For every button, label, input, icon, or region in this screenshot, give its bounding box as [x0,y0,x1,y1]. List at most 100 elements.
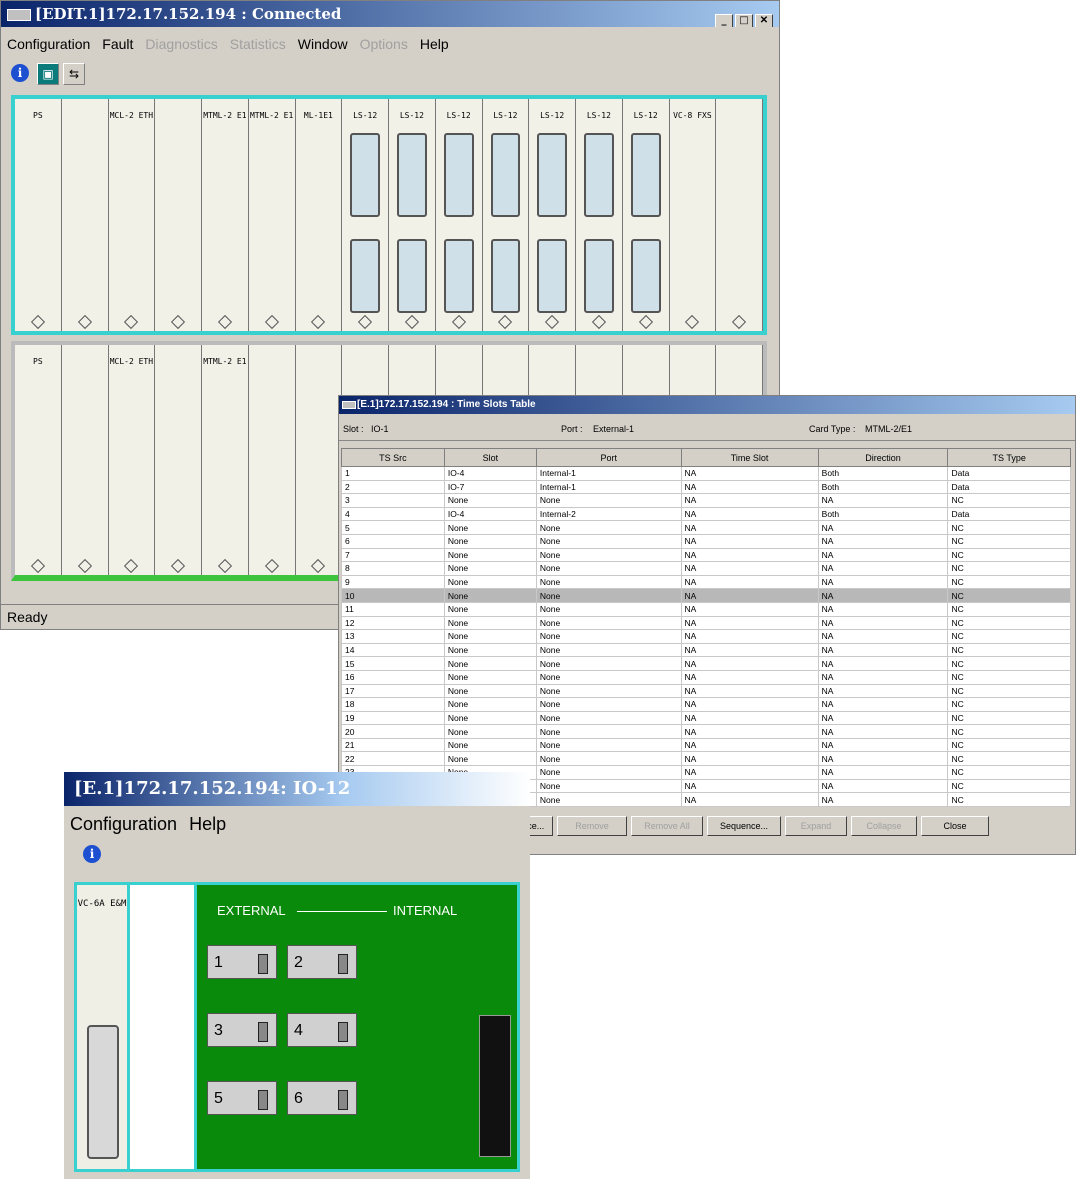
table-cell: Data [947,466,1071,481]
card-name: ML-1E1 [303,111,333,120]
table-row[interactable]: 21 None None NA NA NC [341,737,1071,753]
card-slot[interactable] [155,99,202,331]
card-slot[interactable]: LS-12 [529,99,576,331]
menu-configuration[interactable]: Configuration [64,814,183,834]
table-row[interactable]: 13 None None NA NA NC [341,629,1071,644]
vc6-card[interactable]: VC-6A E&M [74,882,130,1172]
card-slot[interactable]: LS-12 [576,99,623,331]
time-slots-table: TS Src Slot Port Time Slot Direction TS Type … [341,448,1071,807]
menu-diagnostics[interactable]: Diagnostics [139,36,223,52]
table-row[interactable]: 16 None None NA NA NC [341,669,1071,685]
table-cell: 16 [341,669,445,685]
card-slot[interactable]: MTML-2 E1 [202,345,249,575]
card-slot[interactable]: MTML-2 E1 [202,99,249,331]
table-row[interactable]: 9 None None NA NA NC [341,574,1071,590]
maximize-icon[interactable]: □ [735,14,753,27]
card-slot[interactable]: ML-1E1 [295,99,343,331]
menu-help[interactable]: Help [183,814,232,834]
table-row[interactable]: 8 None None NA NA NC [341,561,1071,576]
table-row[interactable]: 3 None None NA NA NC [341,493,1071,508]
close-icon[interactable]: ✕ [755,14,773,27]
minimize-icon[interactable]: _ [715,14,733,27]
column-header[interactable]: Time Slot [680,448,819,467]
table-row[interactable]: 14 None None NA NA NC [341,642,1071,658]
table-row[interactable]: 11 None None NA NA NC [341,601,1071,617]
menu-window[interactable]: Window [292,36,354,52]
card-slot[interactable]: LS-12 [482,99,530,331]
table-row[interactable]: 12 None None NA NA NC [341,615,1071,631]
refresh-button[interactable]: ⇆ [63,63,85,85]
port-label: Port : [561,424,583,434]
connector-icon [537,239,567,313]
connector-icon [397,239,427,313]
menu-fault[interactable]: Fault [96,36,139,52]
card-slot[interactable] [295,345,343,575]
ts-title-bar[interactable]: [E.1]172.17.152.194 : Time Slots Table [339,396,1075,414]
column-header[interactable]: TS Type [947,448,1071,467]
remove-all-button[interactable]: Remove All [631,816,703,836]
info-button[interactable]: i [9,63,31,85]
card-slot[interactable]: VC-8 FXS [669,99,717,331]
remove-button[interactable]: Remove [557,816,627,836]
card-slot[interactable]: MCL-2 ETH [108,99,156,331]
column-header[interactable]: Direction [817,448,949,467]
main-title-bar[interactable]: [EDIT.1]172.17.152.194 : Connected _ □ ✕ [1,1,779,27]
e1-port[interactable]: 4 [287,1013,357,1047]
diamond-icon [311,314,326,330]
table-cell: None [535,778,682,794]
menu-help[interactable]: Help [414,36,455,52]
io-title-bar[interactable]: [E.1]172.17.152.194: IO-12 [64,772,530,806]
table-row[interactable]: 19 None None NA NA NC [341,710,1071,726]
table-cell: NC [947,765,1071,780]
table-row[interactable]: 7 None None NA NA NC [341,547,1071,563]
column-header[interactable]: Port [535,448,682,467]
e1-port[interactable]: 5 [207,1081,277,1115]
close-button[interactable]: Close [921,816,989,836]
card-slot[interactable]: LS-12 [622,99,670,331]
table-cell: NA [680,479,819,495]
card-slot[interactable] [716,99,763,331]
table-row[interactable]: 1 IO-4 Internal-1 NA Both Data [341,466,1071,481]
table-row[interactable]: 5 None None NA NA NC [341,520,1071,535]
diamond-icon [217,558,232,574]
menu-options[interactable]: Options [354,36,414,52]
e1-port[interactable]: 1 [207,945,277,979]
column-header[interactable]: TS Src [341,448,445,467]
e1-port[interactable]: 6 [287,1081,357,1115]
card-slot[interactable]: LS-12 [389,99,436,331]
port-number: 4 [294,1022,303,1039]
card-slot[interactable]: PS [15,99,62,331]
collapse-button[interactable]: Collapse [851,816,917,836]
card-slot[interactable]: LS-12 [342,99,389,331]
table-row[interactable]: 2 IO-7 Internal-1 NA Both Data [341,479,1071,495]
e1-port[interactable]: 3 [207,1013,277,1047]
menu-configuration[interactable]: Configuration [1,36,96,52]
card-slot[interactable] [61,99,109,331]
card-slot[interactable]: MCL-2 ETH [108,345,156,575]
table-row[interactable]: 17 None None NA NA NC [341,683,1071,699]
io-info-button[interactable]: i [80,844,104,868]
table-row[interactable]: 18 None None NA NA NC [341,697,1071,712]
e1-port[interactable]: 2 [287,945,357,979]
table-row[interactable]: 22 None None NA NA NC [341,751,1071,767]
table-cell: NA [680,466,819,481]
table-row[interactable]: 6 None None NA NA NC [341,533,1071,549]
table-cell: NA [817,561,949,576]
card-slot[interactable] [61,345,109,575]
menu-statistics[interactable]: Statistics [224,36,292,52]
expand-button[interactable]: Expand [785,816,847,836]
card-slot[interactable]: MTML-2 E1 [248,99,296,331]
table-cell: 21 [341,737,445,753]
table-row[interactable]: 4 IO-4 Internal-2 NA Both Data [341,506,1071,522]
table-row[interactable]: 10 None None NA NA NC [341,588,1071,603]
card-slot[interactable] [155,345,202,575]
card-slot[interactable]: PS [15,345,62,575]
connect-button[interactable]: ▣ [37,63,59,85]
table-row[interactable]: 20 None None NA NA NC [341,724,1071,739]
card-slot[interactable] [248,345,296,575]
cardtype-value: MTML-2/E1 [865,424,913,434]
table-row[interactable]: 15 None None NA NA NC [341,656,1071,671]
sequence-button[interactable]: Sequence... [707,816,781,836]
column-header[interactable]: Slot [443,448,537,467]
card-slot[interactable]: LS-12 [435,99,483,331]
